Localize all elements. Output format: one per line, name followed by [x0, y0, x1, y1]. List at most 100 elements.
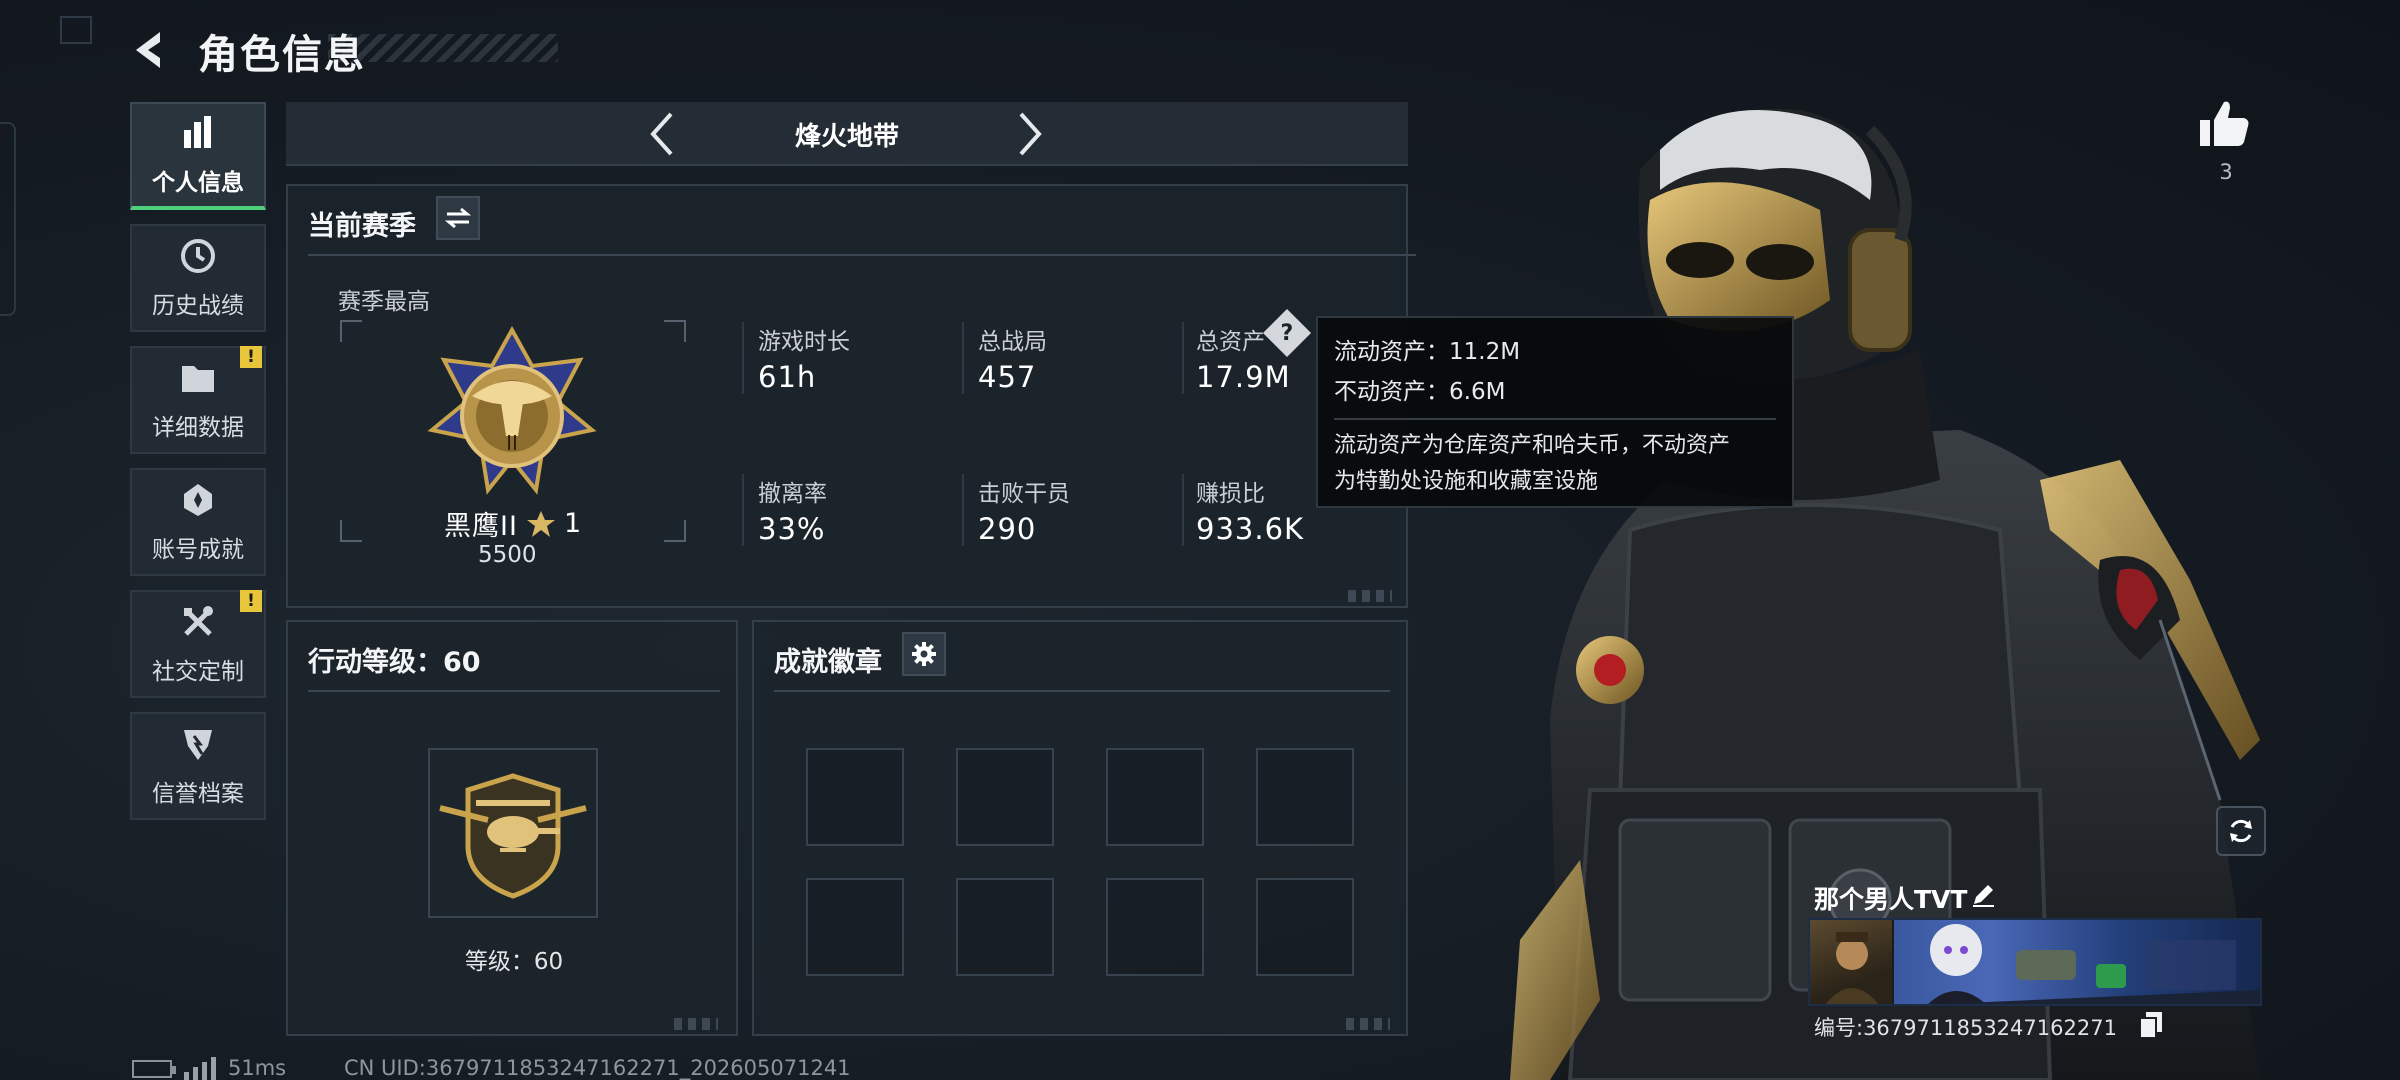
action-level-title: 行动等级：60: [308, 647, 481, 678]
level-emblem-frame: [428, 748, 598, 918]
stat-label: 击败干员: [978, 481, 1070, 507]
stat-value: 33%: [758, 512, 826, 546]
badge-slot[interactable]: [956, 878, 1054, 976]
stat-label: 赚损比: [1196, 481, 1265, 507]
corner-decoration: [674, 1018, 718, 1030]
stat-value: 17.9M: [1196, 360, 1291, 394]
sidebar-item-label: 账号成就: [152, 537, 244, 563]
sidebar-item-reputation[interactable]: 信誉档案: [130, 712, 266, 820]
stat-value: 933.6K: [1196, 512, 1305, 546]
sidebar-item-label: 社交定制: [152, 659, 244, 685]
badge-settings-button[interactable]: [902, 632, 946, 676]
history-clock-icon: [178, 236, 218, 276]
divider: [962, 474, 964, 546]
rank-name: 黑鹰II: [444, 511, 518, 542]
player-name: 那个男人TVT: [1814, 885, 1968, 914]
player-banner[interactable]: [1808, 918, 2262, 1006]
corner-decoration: [1348, 590, 1392, 602]
divider: [308, 254, 1416, 256]
swap-icon: [445, 207, 471, 229]
sidebar-item-personal-info[interactable]: 个人信息: [130, 102, 266, 210]
stat-value: 457: [978, 360, 1037, 394]
divider: [308, 690, 720, 692]
rank-stars: 1: [563, 508, 583, 539]
player-uid: 编号:3679711853247162271: [1814, 1016, 2117, 1040]
back-arrow-icon: [136, 32, 160, 68]
bar-chart-icon: [178, 113, 218, 153]
divider: [1334, 418, 1776, 420]
tooltip-desc-line: 为特勤处设施和收藏室设施: [1334, 469, 1599, 494]
banner-art: [1928, 924, 2260, 1004]
achievement-badge-icon: [178, 480, 218, 520]
badge-slot[interactable]: [1106, 878, 1204, 976]
badge-slot[interactable]: [1256, 878, 1354, 976]
thumbs-up-icon: [2200, 101, 2249, 146]
sidebar-item-label: 历史战绩: [152, 293, 244, 319]
badges-title: 成就徽章: [774, 647, 882, 678]
divider: [962, 322, 964, 394]
mode-next-button[interactable]: [1008, 112, 1052, 156]
star-icon: [526, 510, 555, 537]
sidebar-item-social-custom[interactable]: ! 社交定制: [130, 590, 266, 698]
divider: [774, 690, 1390, 692]
pencil-icon: [1973, 885, 1994, 907]
back-button[interactable]: [128, 26, 176, 74]
corner-decoration: [1346, 1018, 1390, 1030]
sidebar-item-label: 个人信息: [152, 170, 244, 196]
warning-badge: !: [240, 346, 262, 368]
copy-uid-button[interactable]: [2139, 1012, 2162, 1039]
side-drawer-handle[interactable]: [0, 122, 16, 316]
sidebar-item-history[interactable]: 历史战绩: [130, 224, 266, 332]
asset-tooltip: 流动资产：11.2M 不动资产：6.6M 流动资产为仓库资产和哈夫币，不动资产 …: [1316, 316, 1794, 508]
tooltip-desc-line: 流动资产为仓库资产和哈夫币，不动资产: [1334, 433, 1731, 458]
achievement-badges-panel: 成就徽章: [752, 620, 1408, 1036]
liquid-assets: 流动资产：11.2M: [1334, 339, 1521, 365]
stat-label: 总战局: [978, 329, 1047, 355]
signal-icon: [184, 1056, 216, 1080]
page-title: 角色信息: [198, 32, 366, 78]
like-button[interactable]: [2196, 96, 2252, 152]
action-level-panel: 行动等级：60 等级：60: [286, 620, 738, 1036]
gear-icon: [912, 642, 936, 666]
stat-value: 290: [978, 512, 1037, 546]
badge-slot[interactable]: [1256, 748, 1354, 846]
badge-slot[interactable]: [806, 878, 904, 976]
season-best-label: 赛季最高: [338, 289, 430, 315]
sidebar-item-achievements[interactable]: 账号成就: [130, 468, 266, 576]
stat-label: 撤离率: [758, 481, 827, 507]
level-text: 等级：60: [464, 949, 564, 975]
divider: [742, 322, 744, 394]
refresh-icon: [2230, 819, 2252, 843]
stat-value: 61h: [758, 360, 817, 394]
rank-emblem-icon: II: [427, 326, 597, 495]
mode-selector: 烽火地带: [286, 102, 1408, 166]
tools-icon: [178, 602, 218, 642]
avatar: [1810, 920, 1894, 1004]
warning-badge: !: [240, 590, 262, 612]
divider: [1182, 474, 1184, 546]
mode-title: 烽火地带: [794, 122, 899, 152]
badge-slot[interactable]: [956, 748, 1054, 846]
season-title: 当前赛季: [308, 211, 416, 242]
reputation-shield-icon: [178, 724, 218, 764]
badge-slot[interactable]: [1106, 748, 1204, 846]
folder-icon: [178, 358, 218, 398]
edit-name-button[interactable]: [1970, 882, 1996, 908]
sidebar-item-detailed-data[interactable]: ! 详细数据: [130, 346, 266, 454]
chevron-right-icon: [1019, 112, 1042, 156]
like-count: 3: [2219, 160, 2233, 184]
stat-label: 游戏时长: [758, 329, 850, 355]
rank-name-row: 黑鹰II 1: [444, 504, 582, 543]
copy-icon: [2139, 1012, 2162, 1039]
divider: [742, 474, 744, 546]
rank-points: 5500: [478, 542, 537, 568]
rotate-model-button[interactable]: [2216, 806, 2266, 856]
divider: [1182, 322, 1184, 394]
helicopter-emblem-icon: [439, 773, 587, 899]
badge-slot[interactable]: [806, 748, 904, 846]
battery-icon: [132, 1060, 176, 1078]
fixed-assets: 不动资产：6.6M: [1334, 379, 1506, 405]
switch-season-button[interactable]: [436, 196, 480, 240]
sidebar-item-label: 信誉档案: [152, 781, 244, 807]
cn-uid: CN UID:3679711853247162271_202605071241: [344, 1056, 851, 1080]
